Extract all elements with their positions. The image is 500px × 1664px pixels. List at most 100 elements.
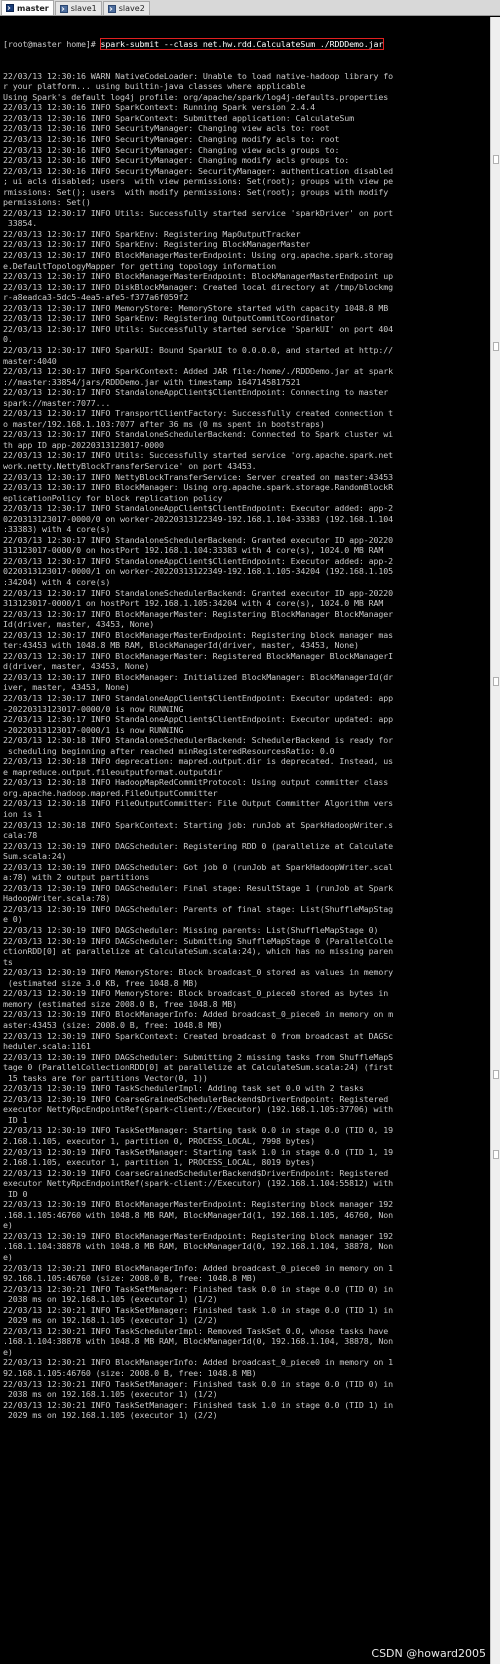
log-line: iver, master, 43453, None): [3, 682, 130, 693]
scroll-marker: [493, 1070, 499, 1079]
log-line: 22/03/13 12:30:16 INFO SparkContext: Run…: [3, 102, 316, 113]
log-line: 22/03/13 12:30:19 INFO BlockManagerInfo:…: [3, 1009, 394, 1020]
log-line: org.apache.hadoop.mapred.FileOutputCommi…: [3, 787, 218, 798]
log-line: 22/03/13 12:30:17 INFO TransportClientFa…: [3, 408, 394, 419]
log-line: e.DefaultTopologyMapper for getting topo…: [3, 260, 277, 271]
log-line: 22/03/13 12:30:18 INFO deprecation: mapr…: [3, 756, 394, 767]
log-line: 22/03/13 12:30:17 INFO MemoryStore: Memo…: [3, 302, 389, 313]
log-line: -20220313123017-0000/0 is now RUNNING: [3, 703, 184, 714]
log-line: 22/03/13 12:30:17 INFO BlockManager: Ini…: [3, 671, 394, 682]
tab-slave2[interactable]: slave2: [102, 1, 150, 15]
log-line: 22/03/13 12:30:17 INFO BlockManagerMaste…: [3, 271, 394, 282]
log-line: 22/03/13 12:30:19 INFO TaskSetManager: S…: [3, 1146, 394, 1157]
log-line: d(driver, master, 43453, None): [3, 661, 150, 672]
scroll-marker: [493, 1150, 499, 1159]
log-line: 313123017-0000/0 on hostPort 192.168.1.1…: [3, 545, 384, 556]
log-line: ; ui acls disabled; users with view perm…: [3, 176, 394, 187]
tab-slave1[interactable]: slave1: [54, 1, 102, 15]
log-line: o master/192.168.1.103:7077 after 36 ms …: [3, 418, 325, 429]
log-line: 22/03/13 12:30:16 INFO SecurityManager: …: [3, 134, 340, 145]
log-line: 313123017-0000/1 on hostPort 192.168.1.1…: [3, 598, 384, 609]
log-line: eplicationPolicy for block replication p…: [3, 492, 223, 503]
log-line: work.netty.NettyBlockTransferService' on…: [3, 460, 257, 471]
prompt-line: [root@master home]# spark-submit --class…: [3, 38, 487, 51]
log-line: 22/03/13 12:30:17 INFO Utils: Successful…: [3, 450, 394, 461]
log-line: a:78) with 2 output partitions: [3, 872, 150, 883]
log-line: 22/03/13 12:30:17 INFO Utils: Successful…: [3, 323, 394, 334]
log-line: e): [3, 1220, 13, 1231]
session-tab-bar: master slave1 slave2: [0, 0, 500, 16]
log-line: 22/03/13 12:30:17 INFO NettyBlockTransfe…: [3, 471, 394, 482]
terminal-log: [root@master home]# spark-submit --class…: [3, 18, 487, 1421]
log-line: 33854.: [3, 218, 38, 229]
log-line: .168.1.104:38878 with 1048.8 MB RAM, Blo…: [3, 1241, 394, 1252]
log-line: 22/03/13 12:30:16 INFO SecurityManager: …: [3, 165, 394, 176]
log-line: ://master:33854/jars/RDDDemo.jar with ti…: [3, 376, 301, 387]
log-line: 22/03/13 12:30:17 INFO StandaloneAppClie…: [3, 387, 389, 398]
log-line: 22/03/13 12:30:19 INFO CoarseGrainedSche…: [3, 1093, 389, 1104]
log-line: 15 tasks are for partitions Vector(0, 1)…: [3, 1072, 208, 1083]
log-line: 22/03/13 12:30:21 INFO TaskSchedulerImpl…: [3, 1325, 389, 1336]
tab-label: master: [17, 3, 49, 13]
log-line: executor NettyRpcEndpointRef(spark-clien…: [3, 1178, 394, 1189]
log-line: 22/03/13 12:30:19 INFO DAGScheduler: Fin…: [3, 882, 394, 893]
log-line: 22/03/13 12:30:17 INFO SparkEnv: Registe…: [3, 239, 311, 250]
log-line: 22/03/13 12:30:17 INFO StandaloneSchedul…: [3, 587, 394, 598]
log-line: -20220313123017-0000/1 is now RUNNING: [3, 724, 184, 735]
csdn-watermark: CSDN @howard2005: [371, 1647, 486, 1660]
log-line: 22/03/13 12:30:17 INFO BlockManagerMaste…: [3, 629, 394, 640]
log-line: scheduling beginning after reached minRe…: [3, 745, 335, 756]
log-line: 22/03/13 12:30:21 INFO TaskSetManager: F…: [3, 1283, 394, 1294]
log-line: 22/03/13 12:30:16 INFO SecurityManager: …: [3, 123, 330, 134]
log-line: 22/03/13 12:30:17 INFO BlockManagerMaste…: [3, 608, 394, 619]
log-line: 22/03/13 12:30:19 INFO DAGScheduler: Got…: [3, 861, 394, 872]
vertical-scrollbar[interactable]: [490, 17, 500, 1664]
spark-submit-command: spark-submit --class net.hw.rdd.Calculat…: [99, 38, 385, 51]
log-line: 22/03/13 12:30:16 WARN NativeCodeLoader:…: [3, 70, 394, 81]
log-line: 22/03/13 12:30:18 INFO StandaloneSchedul…: [3, 735, 394, 746]
scroll-marker: [493, 342, 499, 351]
log-line: 2029 ms on 192.168.1.105 (executor 1) (2…: [3, 1315, 218, 1326]
log-line: 22/03/13 12:30:17 INFO StandaloneSchedul…: [3, 429, 394, 440]
log-line: 22/03/13 12:30:17 INFO StandaloneAppClie…: [3, 503, 394, 514]
terminal-output[interactable]: [root@master home]# spark-submit --class…: [0, 17, 490, 1664]
log-line: 22/03/13 12:30:19 INFO DAGScheduler: Reg…: [3, 840, 394, 851]
log-line: ion is 1: [3, 809, 43, 820]
log-line: 22/03/13 12:30:16 INFO SecurityManager: …: [3, 155, 350, 166]
log-line: :34204) with 4 core(s): [3, 576, 111, 587]
log-line: cala:78: [3, 830, 38, 841]
log-line: 2029 ms on 192.168.1.105 (executor 1) (2…: [3, 1410, 218, 1421]
log-line: 22/03/13 12:30:21 INFO BlockManagerInfo:…: [3, 1357, 394, 1368]
log-line: 2.168.1.105, executor 1, partition 0, PR…: [3, 1135, 316, 1146]
log-line: 22/03/13 12:30:21 INFO TaskSetManager: F…: [3, 1399, 394, 1410]
log-line: 0.: [3, 334, 13, 345]
log-line: 22/03/13 12:30:17 INFO StandaloneSchedul…: [3, 534, 394, 545]
log-line: Using Spark's default log4j profile: org…: [3, 91, 389, 102]
log-line: 22/03/13 12:30:19 INFO MemoryStore: Bloc…: [3, 988, 389, 999]
log-line: e 0): [3, 914, 23, 925]
log-line: Sum.scala:24): [3, 851, 67, 862]
log-line: heduler.scala:1161: [3, 1041, 91, 1052]
log-line: e mapreduce.output.fileoutputformat.outp…: [3, 766, 223, 777]
log-line: 0220313123017-0000/1 on worker-202203131…: [3, 566, 394, 577]
log-line: r-a8eadca3-5dc5-4ea5-afe5-f377a6f059f2: [3, 292, 189, 303]
log-line: spark://master:7077...: [3, 397, 111, 408]
log-line: ID 1: [3, 1114, 28, 1125]
log-line: permissions: Set(): [3, 197, 91, 208]
log-line: 22/03/13 12:30:19 INFO SparkContext: Cre…: [3, 1030, 394, 1041]
log-line: 22/03/13 12:30:19 INFO BlockManagerMaste…: [3, 1230, 394, 1241]
log-line: 22/03/13 12:30:17 INFO StandaloneAppClie…: [3, 693, 394, 703]
log-line: 22/03/13 12:30:19 INFO TaskSchedulerImpl…: [3, 1083, 364, 1094]
terminal-icon: [6, 4, 14, 12]
terminal-icon: [59, 4, 68, 13]
log-line: 22/03/13 12:30:17 INFO SparkEnv: Registe…: [3, 313, 335, 324]
log-line: 92.168.1.105:46760 (size: 2008.0 B, free…: [3, 1368, 257, 1378]
tab-label: slave2: [118, 4, 145, 13]
log-line: 22/03/13 12:30:19 INFO CoarseGrainedSche…: [3, 1167, 389, 1178]
tab-master[interactable]: master: [1, 0, 54, 15]
shell-prompt: [root@master home]#: [3, 39, 101, 50]
log-line: 22/03/13 12:30:17 INFO StandaloneAppClie…: [3, 555, 394, 566]
log-line: 22/03/13 12:30:18 INFO FileOutputCommitt…: [3, 798, 394, 809]
log-line: 22/03/13 12:30:21 INFO TaskSetManager: F…: [3, 1304, 394, 1315]
log-line: 22/03/13 12:30:17 INFO StandaloneAppClie…: [3, 714, 394, 725]
